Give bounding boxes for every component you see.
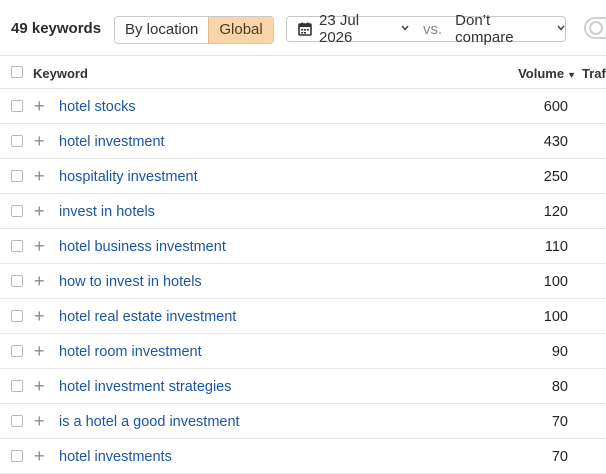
table-header: Keyword Volume▼ Traffic — [0, 55, 606, 89]
toggle-switch[interactable] — [584, 17, 606, 39]
calendar-icon — [298, 22, 312, 36]
add-icon[interactable]: + — [34, 272, 45, 290]
row-checkbox[interactable] — [11, 345, 23, 357]
volume-value: 430 — [543, 134, 568, 150]
keyword-link[interactable]: is a hotel a good investment — [59, 414, 240, 430]
add-icon[interactable]: + — [34, 307, 45, 325]
add-icon[interactable]: + — [34, 412, 45, 430]
column-header-traffic[interactable]: Traffic — [582, 66, 606, 81]
row-checkbox[interactable] — [11, 450, 23, 462]
table-row: + invest in hotels 120 — [0, 194, 606, 229]
row-checkbox[interactable] — [11, 240, 23, 252]
table-row: + hotel business investment 110 — [0, 229, 606, 264]
add-icon[interactable]: + — [34, 132, 45, 150]
volume-value: 70 — [551, 449, 568, 465]
volume-value: 70 — [551, 414, 568, 430]
table-row: + hotel stocks 600 — [0, 89, 606, 124]
column-header-keyword[interactable]: Keyword — [33, 66, 88, 81]
scope-global-button[interactable]: Global — [208, 17, 273, 43]
volume-value: 120 — [543, 204, 568, 220]
add-icon[interactable]: + — [34, 97, 45, 115]
volume-value: 110 — [544, 239, 568, 255]
toolbar: 49 keywords By location Global 23 Jul 20… — [0, 0, 606, 58]
chevron-down-icon — [401, 23, 409, 34]
add-icon[interactable]: + — [34, 447, 45, 465]
compare-label: Don’t compare — [455, 12, 514, 46]
volume-value: 90 — [551, 344, 568, 360]
table-row: + hotel real estate investment 100 — [0, 299, 606, 334]
keyword-link[interactable]: how to invest in hotels — [59, 274, 202, 290]
row-checkbox[interactable] — [11, 275, 23, 287]
chevron-down-icon — [557, 23, 565, 34]
sort-desc-icon: ▼ — [567, 70, 576, 80]
row-checkbox[interactable] — [11, 380, 23, 392]
keyword-table-body: + hotel stocks 600 + hotel investment 43… — [0, 89, 606, 474]
keyword-count: 49 keywords — [11, 20, 102, 37]
add-icon[interactable]: + — [34, 377, 45, 395]
row-checkbox[interactable] — [11, 205, 23, 217]
select-all-checkbox[interactable] — [11, 66, 23, 78]
add-icon[interactable]: + — [34, 202, 45, 220]
vs-label: vs. — [423, 20, 443, 38]
column-header-volume[interactable]: Volume ▼ — [518, 66, 576, 81]
keyword-link[interactable]: hotel investments — [59, 449, 172, 465]
table-row: + hotel investment 430 — [0, 124, 606, 159]
keyword-link[interactable]: hospitality investment — [59, 169, 198, 185]
add-icon[interactable]: + — [34, 237, 45, 255]
row-checkbox[interactable] — [11, 415, 23, 427]
column-header-volume-label: Volume — [518, 66, 565, 81]
add-icon[interactable]: + — [34, 167, 45, 185]
toggle-knob — [589, 21, 603, 35]
row-checkbox[interactable] — [11, 310, 23, 322]
date-label: 23 Jul 2026 — [319, 12, 360, 46]
volume-value: 250 — [543, 169, 568, 185]
keyword-link[interactable]: hotel stocks — [59, 99, 136, 115]
row-checkbox[interactable] — [11, 170, 23, 182]
row-checkbox[interactable] — [11, 100, 23, 112]
table-row: + how to invest in hotels 100 — [0, 264, 606, 299]
table-row: + is a hotel a good investment 70 — [0, 404, 606, 439]
table-row: + hotel investment strategies 80 — [0, 369, 606, 404]
volume-value: 600 — [543, 99, 568, 115]
keyword-link[interactable]: invest in hotels — [59, 204, 155, 220]
date-compare-button[interactable]: 23 Jul 2026 vs. Don’t compare — [286, 12, 566, 46]
add-icon[interactable]: + — [34, 342, 45, 360]
scope-by-location-button[interactable]: By location — [115, 17, 209, 43]
row-checkbox[interactable] — [11, 135, 23, 147]
keyword-link[interactable]: hotel room investment — [59, 344, 202, 360]
volume-value: 80 — [551, 379, 568, 395]
volume-value: 100 — [543, 309, 568, 325]
table-row: + hospitality investment 250 — [0, 159, 606, 194]
scope-segmented-control: By location Global — [114, 16, 274, 44]
table-row: + hotel investments 70 — [0, 439, 606, 474]
keyword-link[interactable]: hotel investment — [59, 134, 165, 150]
keyword-link[interactable]: hotel real estate investment — [59, 309, 236, 325]
table-row: + hotel room investment 90 — [0, 334, 606, 369]
keyword-link[interactable]: hotel business investment — [59, 239, 226, 255]
volume-value: 100 — [543, 274, 568, 290]
keyword-link[interactable]: hotel investment strategies — [59, 379, 231, 395]
